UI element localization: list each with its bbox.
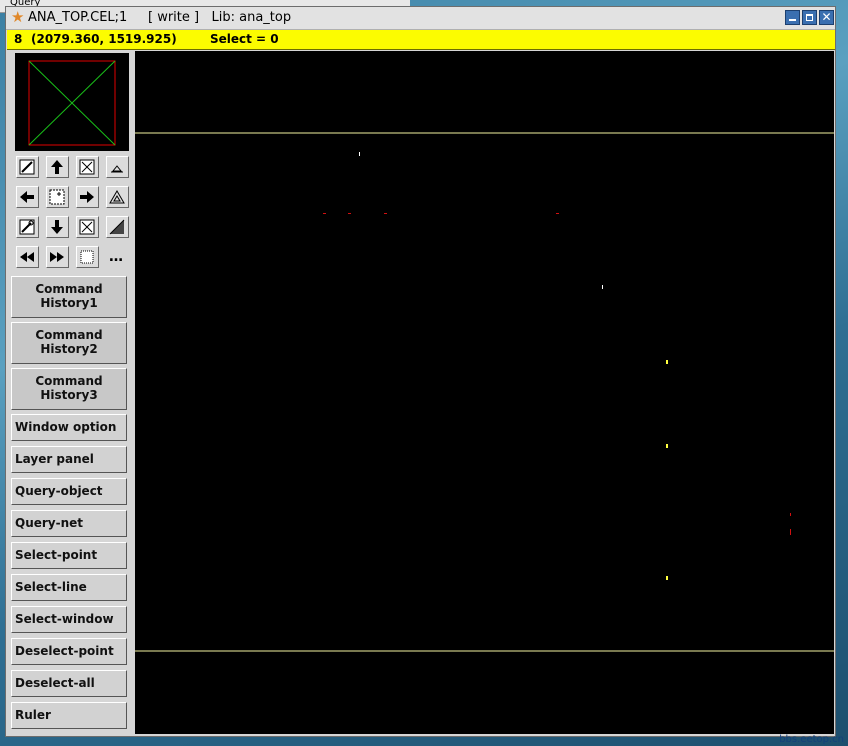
button-label-line1: Command [35,328,103,342]
title-bar[interactable]: ★ ANA_TOP.CEL;1 [ write ] Lib: ana_top ✕ [6,7,835,30]
close-icon: ✕ [821,10,832,24]
selection-count: Select = 0 [210,32,279,46]
layout-mark [384,213,387,214]
overview-preview[interactable] [15,53,129,151]
dotted-box-icon [49,189,65,205]
select-box-button[interactable] [76,246,99,268]
window-option-button[interactable]: Window option [11,414,127,441]
button-label-line2: History2 [40,342,98,356]
small-triangle-icon [111,165,123,173]
ruler-button[interactable]: Ruler [11,702,127,729]
deselect-point-button[interactable]: Deselect-point [11,638,127,665]
last-button[interactable] [46,246,69,268]
redraw-button[interactable] [16,216,39,238]
status-bar: 8 (2079.360, 1519.925) Select = 0 [7,30,835,50]
star-icon: ★ [11,8,25,26]
dotted-rectangle-icon [80,250,94,264]
query-object-button[interactable]: Query-object [11,478,127,505]
large-triangle-icon [109,190,125,204]
arrow-right-icon [80,191,94,203]
zoom-area-button[interactable] [76,216,99,238]
pan-up-button[interactable] [46,156,69,178]
window-title: ANA_TOP.CEL;1 [ write ] Lib: ana_top [28,10,291,25]
pan-left-button[interactable] [16,186,39,208]
fill-toggle-button[interactable] [106,216,129,238]
pan-down-button[interactable] [46,216,69,238]
command-history-3-button[interactable]: Command History3 [11,368,127,410]
box-cross-icon [79,219,95,235]
more-icon[interactable]: … [109,248,129,266]
select-point-button[interactable]: Select-point [11,542,127,569]
close-button[interactable]: ✕ [819,10,834,25]
cursor-coordinates: (2079.360, 1519.925) [31,32,177,46]
layer-panel-button[interactable]: Layer panel [11,446,127,473]
maximize-button[interactable] [802,10,817,25]
overview-cross-icon [28,60,116,146]
diagonal-fill-icon [109,219,125,235]
layout-mark [602,285,603,289]
status-number: 8 [14,32,23,46]
select-line-button[interactable]: Select-line [11,574,127,601]
arrow-down-icon [51,220,63,234]
layout-mark [359,152,360,156]
layout-canvas[interactable] [135,51,834,734]
zoom-fit-button[interactable] [76,156,99,178]
pan-right-button[interactable] [76,186,99,208]
select-window-button[interactable]: Select-window [11,606,127,633]
center-view-button[interactable] [46,186,69,208]
layout-mark [790,529,791,535]
button-label-line2: History3 [40,388,98,402]
arrow-up-icon [51,160,63,174]
command-history-1-button[interactable]: Command History1 [11,276,127,318]
button-label-line1: Command [35,282,103,296]
command-history-2-button[interactable]: Command History2 [11,322,127,364]
first-button[interactable] [16,246,39,268]
zoom-out-button[interactable] [106,186,129,208]
button-label-line1: Command [35,374,103,388]
layout-mark [556,213,559,214]
tool-panel: … Command History1 Command History2 Comm… [9,51,132,733]
pencil-grid-icon [19,159,35,175]
zoom-in-button[interactable] [106,156,129,178]
layout-editor-window: ★ ANA_TOP.CEL;1 [ write ] Lib: ana_top ✕… [5,6,836,737]
maximize-icon [806,14,813,21]
minimize-button[interactable] [785,10,800,25]
watermark-text: bbs.eetop.cn [779,734,844,745]
library-name: Lib: ana_top [211,10,292,25]
layout-mark [666,576,668,580]
query-net-button[interactable]: Query-net [11,510,127,537]
layout-mark [323,213,326,214]
layout-mark [348,213,351,214]
cell-name: ANA_TOP.CEL;1 [28,10,128,25]
deselect-all-button[interactable]: Deselect-all [11,670,127,697]
wrench-box-icon [19,219,35,235]
layout-mark [666,444,668,448]
layout-mark [666,360,668,364]
rewind-icon [20,252,34,262]
edit-properties-button[interactable] [16,156,39,178]
minimize-icon [789,19,796,21]
layout-drawing [135,132,834,652]
button-label-line2: History1 [40,296,98,310]
edit-mode: [ write ] [148,10,200,25]
fast-forward-icon [50,252,64,262]
arrow-left-icon [20,191,34,203]
layout-mark [790,513,791,516]
box-cross-icon [79,159,95,175]
